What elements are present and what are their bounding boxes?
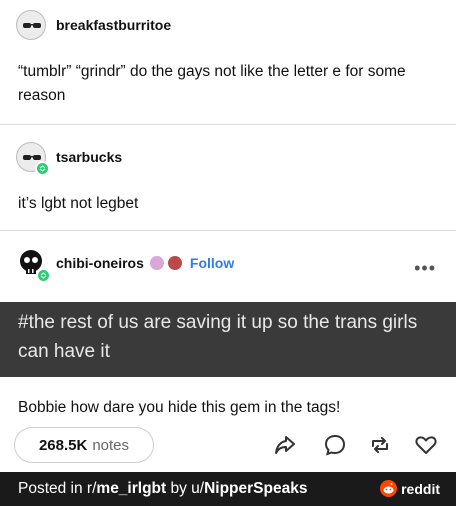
avatar[interactable] [16, 142, 50, 176]
reddit-alien-icon [380, 480, 398, 497]
post-header-1: breakfastburritoe [16, 10, 171, 40]
badge-icon [167, 256, 182, 270]
notes-button[interactable]: 268.5K notes [14, 427, 154, 463]
tags-section: #the rest of us are saving it up so the … [0, 302, 456, 377]
footer-prefix: Posted in r/ [18, 480, 97, 497]
post-text: “tumblr” “grindr” do the gays not like t… [18, 63, 406, 104]
reblog-badge-icon [35, 161, 50, 176]
avatar[interactable] [16, 10, 46, 40]
more-icon[interactable]: ••• [414, 258, 436, 279]
subreddit-link[interactable]: me_irlgbt [96, 480, 166, 497]
username[interactable]: tsarbucks [56, 149, 122, 165]
post-header-3: chibi-oneiros Follow [16, 248, 234, 283]
notes-count: 268.5K [38, 436, 88, 454]
reblog-badge-icon [36, 268, 51, 283]
divider [0, 230, 456, 231]
post-text: Bobbie how dare you hide this gem in the… [18, 399, 341, 416]
sunglasses-icon [23, 23, 41, 28]
divider [0, 124, 456, 125]
username[interactable]: breakfastburritoe [56, 17, 171, 33]
badge-icon [149, 256, 164, 270]
avatar[interactable] [16, 248, 51, 283]
reddit-footer: Posted in r/me_irlgbt by u/NipperSpeaks … [0, 472, 456, 506]
share-icon[interactable] [272, 432, 298, 458]
post-text: it’s lgbt not legbet [18, 195, 139, 212]
footer-middle: by u/ [166, 480, 205, 497]
heart-icon[interactable] [413, 432, 439, 458]
reblog-icon[interactable] [367, 432, 393, 458]
reply-icon[interactable] [322, 432, 348, 458]
user-link[interactable]: NipperSpeaks [204, 480, 307, 497]
footer-credit: Posted in r/me_irlgbt by u/NipperSpeaks [18, 480, 307, 498]
post-tags[interactable]: #the rest of us are saving it up so the … [18, 308, 438, 366]
post-header-2: tsarbucks [16, 142, 122, 176]
reddit-wordmark: reddit [401, 480, 440, 497]
notes-label: notes [92, 436, 130, 454]
follow-button[interactable]: Follow [190, 255, 234, 271]
username[interactable]: chibi-oneiros [56, 255, 144, 271]
reddit-logo: reddit [380, 480, 440, 497]
